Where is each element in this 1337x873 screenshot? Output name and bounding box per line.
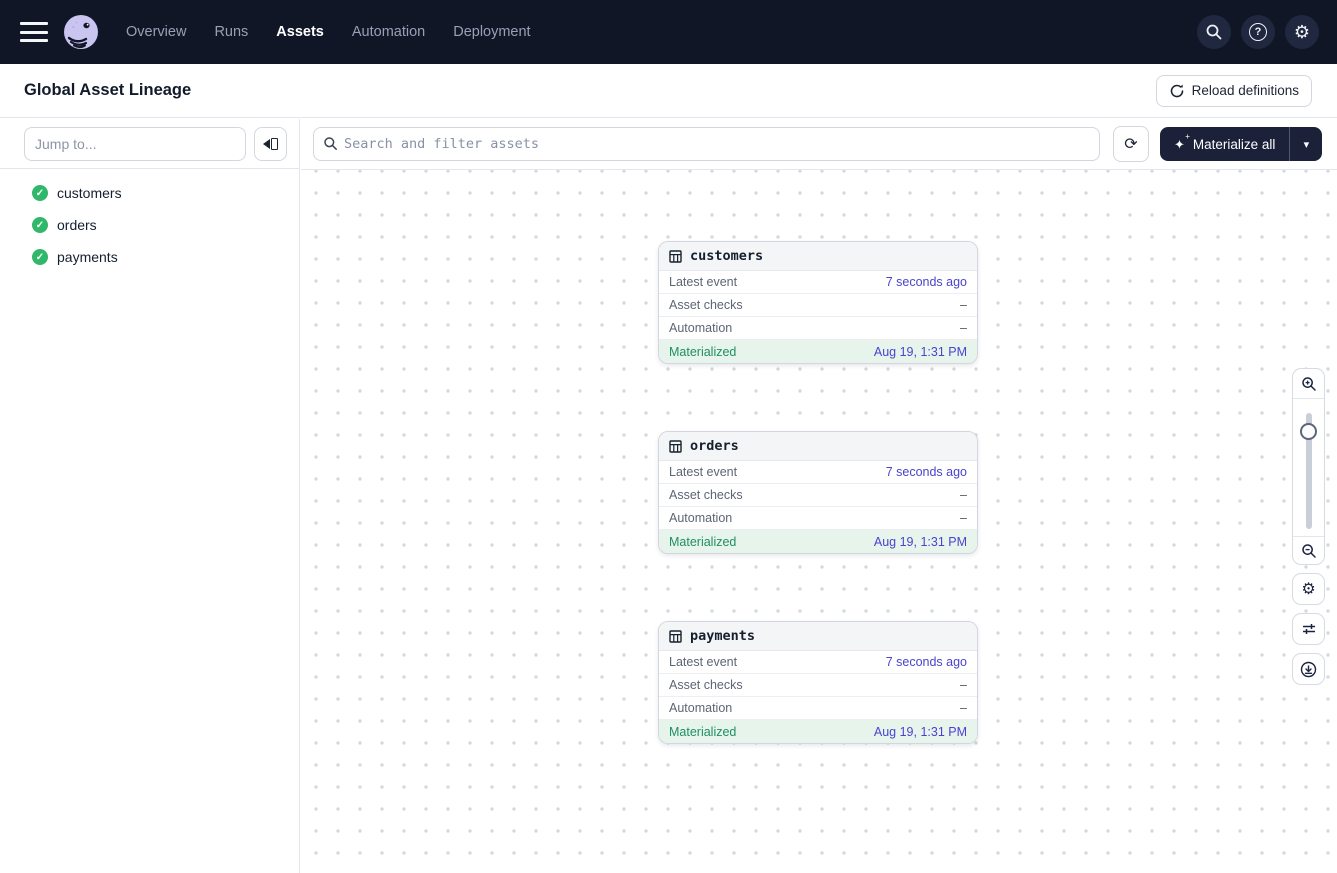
status-badge: Materialized <box>669 535 736 549</box>
sidebar-asset-payments[interactable]: ✓ payments <box>0 241 299 273</box>
sidebar-asset-label: customers <box>57 185 122 201</box>
collapse-panel-icon <box>263 139 270 149</box>
zoom-slider-handle[interactable] <box>1300 423 1317 440</box>
sidebar-asset-orders[interactable]: ✓ orders <box>0 209 299 241</box>
node-row-materialized: Materialized Aug 19, 1:31 PM <box>659 720 977 743</box>
node-row-automation: Automation – <box>659 317 977 340</box>
refresh-icon: ⟳ <box>1124 134 1137 154</box>
zoom-out-button[interactable] <box>1293 536 1324 564</box>
latest-event-link[interactable]: 7 seconds ago <box>886 275 967 289</box>
asset-node-payments[interactable]: payments Latest event 7 seconds ago Asse… <box>658 621 978 744</box>
reload-definitions-button[interactable]: Reload definitions <box>1156 75 1312 107</box>
latest-event-link[interactable]: 7 seconds ago <box>886 465 967 479</box>
nav-item-overview[interactable]: Overview <box>126 24 186 40</box>
check-circle-icon: ✓ <box>32 185 48 201</box>
graph-toolbar: ⟳ ✦+ Materialize all ▾ <box>301 119 1337 170</box>
gear-icon[interactable]: ⚙ <box>1285 15 1319 49</box>
nav-items: Overview Runs Assets Automation Deployme… <box>126 24 531 40</box>
nav-item-assets[interactable]: Assets <box>276 24 324 40</box>
jump-to-input[interactable] <box>24 127 246 161</box>
materialize-all-split-button: ✦+ Materialize all ▾ <box>1160 127 1322 161</box>
reload-definitions-label: Reload definitions <box>1192 83 1299 98</box>
sidebar-asset-list: ✓ customers ✓ orders ✓ payments <box>0 169 299 273</box>
node-row-asset-checks: Asset checks – <box>659 294 977 317</box>
sidebar-header <box>0 119 299 169</box>
materialization-timestamp-link[interactable]: Aug 19, 1:31 PM <box>874 725 967 739</box>
page-title: Global Asset Lineage <box>24 81 191 100</box>
top-nav: Overview Runs Assets Automation Deployme… <box>0 0 1337 64</box>
chevron-down-icon: ▾ <box>1304 138 1310 151</box>
sidebar-asset-customers[interactable]: ✓ customers <box>0 177 299 209</box>
graph-filters-button[interactable] <box>1292 613 1325 645</box>
reload-icon <box>1169 83 1185 99</box>
node-row-latest-event: Latest event 7 seconds ago <box>659 651 977 674</box>
materialize-all-label: Materialize all <box>1193 137 1276 152</box>
app-window: Overview Runs Assets Automation Deployme… <box>0 0 1337 873</box>
refresh-button[interactable]: ⟳ <box>1113 126 1149 162</box>
zoom-in-icon <box>1301 376 1317 392</box>
gear-icon: ⚙ <box>1301 579 1315 599</box>
node-row-latest-event: Latest event 7 seconds ago <box>659 271 977 294</box>
table-icon <box>669 630 682 643</box>
download-image-button[interactable] <box>1292 653 1325 685</box>
node-row-asset-checks: Asset checks – <box>659 484 977 507</box>
status-badge: Materialized <box>669 725 736 739</box>
hamburger-menu-icon[interactable] <box>20 22 48 42</box>
materialize-all-button[interactable]: ✦+ Materialize all <box>1160 127 1289 161</box>
node-row-materialized: Materialized Aug 19, 1:31 PM <box>659 340 977 363</box>
node-row-automation: Automation – <box>659 697 977 720</box>
status-badge: Materialized <box>669 345 736 359</box>
table-icon <box>669 440 682 453</box>
search-icon <box>323 136 338 151</box>
sidebar-asset-label: orders <box>57 217 97 233</box>
node-row-materialized: Materialized Aug 19, 1:31 PM <box>659 530 977 553</box>
asset-node-customers[interactable]: customers Latest event 7 seconds ago Ass… <box>658 241 978 364</box>
node-row-automation: Automation – <box>659 507 977 530</box>
materialization-timestamp-link[interactable]: Aug 19, 1:31 PM <box>874 345 967 359</box>
download-icon <box>1300 661 1317 678</box>
table-icon <box>669 250 682 263</box>
graph-settings-button[interactable]: ⚙ <box>1292 573 1325 605</box>
nav-item-runs[interactable]: Runs <box>214 24 248 40</box>
node-row-asset-checks: Asset checks – <box>659 674 977 697</box>
asset-name: orders <box>690 438 739 454</box>
asset-name: payments <box>690 628 755 644</box>
asset-node-orders[interactable]: orders Latest event 7 seconds ago Asset … <box>658 431 978 554</box>
filters-icon <box>1301 621 1317 637</box>
sidebar-asset-label: payments <box>57 249 118 265</box>
nav-item-deployment[interactable]: Deployment <box>453 24 530 40</box>
zoom-in-button[interactable] <box>1293 369 1324 399</box>
materialize-dropdown-button[interactable]: ▾ <box>1289 127 1322 161</box>
asset-node-header[interactable]: orders <box>659 432 977 461</box>
zoom-slider[interactable] <box>1293 399 1324 536</box>
check-circle-icon: ✓ <box>32 217 48 233</box>
page-header: Global Asset Lineage Reload definitions <box>0 64 1337 118</box>
asset-search-input[interactable] <box>313 127 1100 161</box>
dagster-logo-icon[interactable] <box>62 13 100 51</box>
asset-name: customers <box>690 248 763 264</box>
materialization-timestamp-link[interactable]: Aug 19, 1:31 PM <box>874 535 967 549</box>
search-icon[interactable] <box>1197 15 1231 49</box>
node-row-latest-event: Latest event 7 seconds ago <box>659 461 977 484</box>
collapse-panel-button[interactable] <box>254 127 287 161</box>
nav-item-automation[interactable]: Automation <box>352 24 425 40</box>
asset-node-header[interactable]: customers <box>659 242 977 271</box>
sparkle-icon: ✦+ <box>1174 138 1185 151</box>
lineage-canvas[interactable]: customers Latest event 7 seconds ago Ass… <box>301 170 1337 873</box>
check-circle-icon: ✓ <box>32 249 48 265</box>
help-icon[interactable]: ? <box>1241 15 1275 49</box>
zoom-control-group <box>1292 368 1325 565</box>
asset-node-header[interactable]: payments <box>659 622 977 651</box>
zoom-out-icon <box>1301 543 1317 559</box>
latest-event-link[interactable]: 7 seconds ago <box>886 655 967 669</box>
asset-sidebar: ✓ customers ✓ orders ✓ payments <box>0 119 300 873</box>
